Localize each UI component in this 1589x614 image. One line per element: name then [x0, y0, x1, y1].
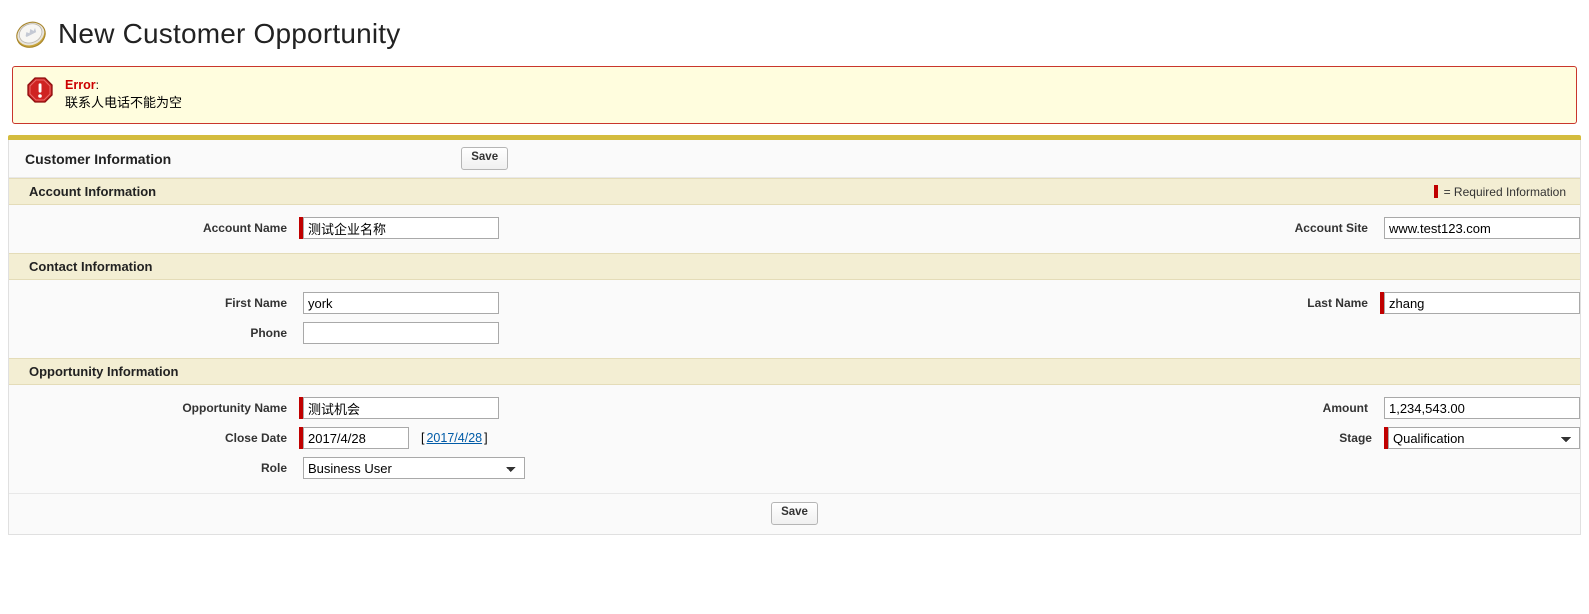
field-opportunity-name: Opportunity Name: [9, 393, 826, 423]
save-button-top[interactable]: Save: [461, 147, 509, 171]
field-last-name: Last Name: [826, 288, 1580, 318]
label-phone: Phone: [250, 326, 287, 341]
bracket-close: ]: [484, 431, 488, 446]
input-wrap-opportunity-name: [299, 397, 499, 420]
input-wrap-account-name: [299, 217, 499, 240]
field-empty-contact: [826, 318, 1580, 326]
customer-information-block: Customer Information Save Account Inform…: [8, 140, 1581, 536]
section-header-contact-information: Contact Information: [9, 253, 1580, 281]
label-last-name: Last Name: [1307, 296, 1368, 311]
field-amount: Amount: [826, 393, 1580, 423]
close-date-input[interactable]: [303, 427, 409, 450]
input-wrap-phone: [299, 322, 499, 345]
opportunity-name-input[interactable]: [303, 397, 499, 420]
error-label: Error: [65, 78, 96, 92]
opportunity-coin-icon: [16, 21, 46, 48]
field-first-name: First Name: [9, 288, 826, 318]
input-wrap-close-date: [299, 427, 409, 450]
field-role: Role Business User: [9, 453, 826, 483]
label-account-site: Account Site: [1294, 221, 1368, 236]
section-title-contact: Contact Information: [29, 259, 153, 275]
required-legend-text: = Required Information: [1443, 184, 1566, 199]
input-wrap-stage: Qualification: [1383, 427, 1580, 450]
error-banner: Error: 联系人电话不能为空: [12, 66, 1577, 125]
section-header-opportunity-information: Opportunity Information: [9, 358, 1580, 386]
input-wrap-last-name: [1379, 292, 1580, 315]
required-marker-icon: [1433, 185, 1438, 199]
error-octagon-icon: [27, 77, 53, 103]
account-name-input[interactable]: [303, 217, 499, 240]
block-header: Customer Information Save: [9, 140, 1580, 179]
block-title: Customer Information: [25, 150, 172, 167]
today-date-link[interactable]: 2017/4/28: [424, 431, 484, 445]
label-account-name: Account Name: [202, 221, 287, 236]
first-name-input[interactable]: [303, 292, 499, 315]
stage-select[interactable]: Qualification: [1387, 427, 1580, 450]
field-account-name: Account Name: [9, 213, 826, 243]
error-text-group: Error: 联系人电话不能为空: [65, 75, 182, 113]
field-row-opportunity-amount: Opportunity Name Amount: [9, 393, 1580, 423]
page-header: New Customer Opportunity: [0, 0, 1589, 66]
save-button-bottom[interactable]: Save: [771, 502, 818, 526]
field-phone: Phone: [9, 318, 826, 348]
section-title-opportunity: Opportunity Information: [29, 364, 179, 380]
error-banner-container: Error: 联系人电话不能为空: [0, 66, 1589, 125]
error-colon: :: [95, 78, 99, 92]
field-stage: Stage Qualification: [826, 423, 1580, 453]
input-wrap-account-site: [1380, 217, 1580, 240]
page-title: New Customer Opportunity: [58, 18, 401, 49]
amount-input[interactable]: [1383, 397, 1580, 420]
field-row-phone: Phone: [9, 318, 1580, 348]
label-amount: Amount: [1322, 401, 1368, 416]
field-account-site: Account Site: [826, 213, 1580, 243]
required-information-legend: = Required Information: [1433, 184, 1566, 199]
field-row-names: First Name Last Name: [9, 288, 1580, 318]
field-row-role: Role Business User: [9, 453, 1580, 483]
field-row-account: Account Name Account Site: [9, 213, 1580, 243]
close-date-shortcut: [2017/4/28]: [421, 431, 488, 445]
last-name-input[interactable]: [1383, 292, 1580, 315]
field-close-date: Close Date [2017/4/28]: [9, 423, 826, 453]
label-close-date: Close Date: [224, 431, 287, 446]
block-footer: Save: [9, 493, 1580, 535]
label-stage: Stage: [1339, 431, 1372, 446]
section-body-contact: First Name Last Name Phone: [9, 280, 1580, 359]
input-wrap-amount: [1380, 397, 1580, 420]
section-title-account: Account Information: [29, 184, 157, 200]
section-body-opportunity: Opportunity Name Amount Close Date: [9, 385, 1580, 494]
label-first-name: First Name: [224, 296, 287, 311]
section-body-account: Account Name Account Site: [9, 205, 1580, 254]
input-wrap-role: Business User: [299, 457, 525, 480]
phone-input[interactable]: [303, 322, 499, 345]
account-site-input[interactable]: [1383, 217, 1580, 240]
field-empty-opportunity: [826, 453, 1580, 461]
input-wrap-first-name: [299, 292, 499, 315]
role-select[interactable]: Business User: [303, 457, 525, 480]
label-role: Role: [260, 461, 287, 476]
field-row-date-stage: Close Date [2017/4/28] Stage Qualificati…: [9, 423, 1580, 453]
error-message: 联系人电话不能为空: [65, 95, 183, 111]
section-header-account-information: Account Information = Required Informati…: [9, 178, 1580, 206]
label-opportunity-name: Opportunity Name: [182, 401, 287, 416]
